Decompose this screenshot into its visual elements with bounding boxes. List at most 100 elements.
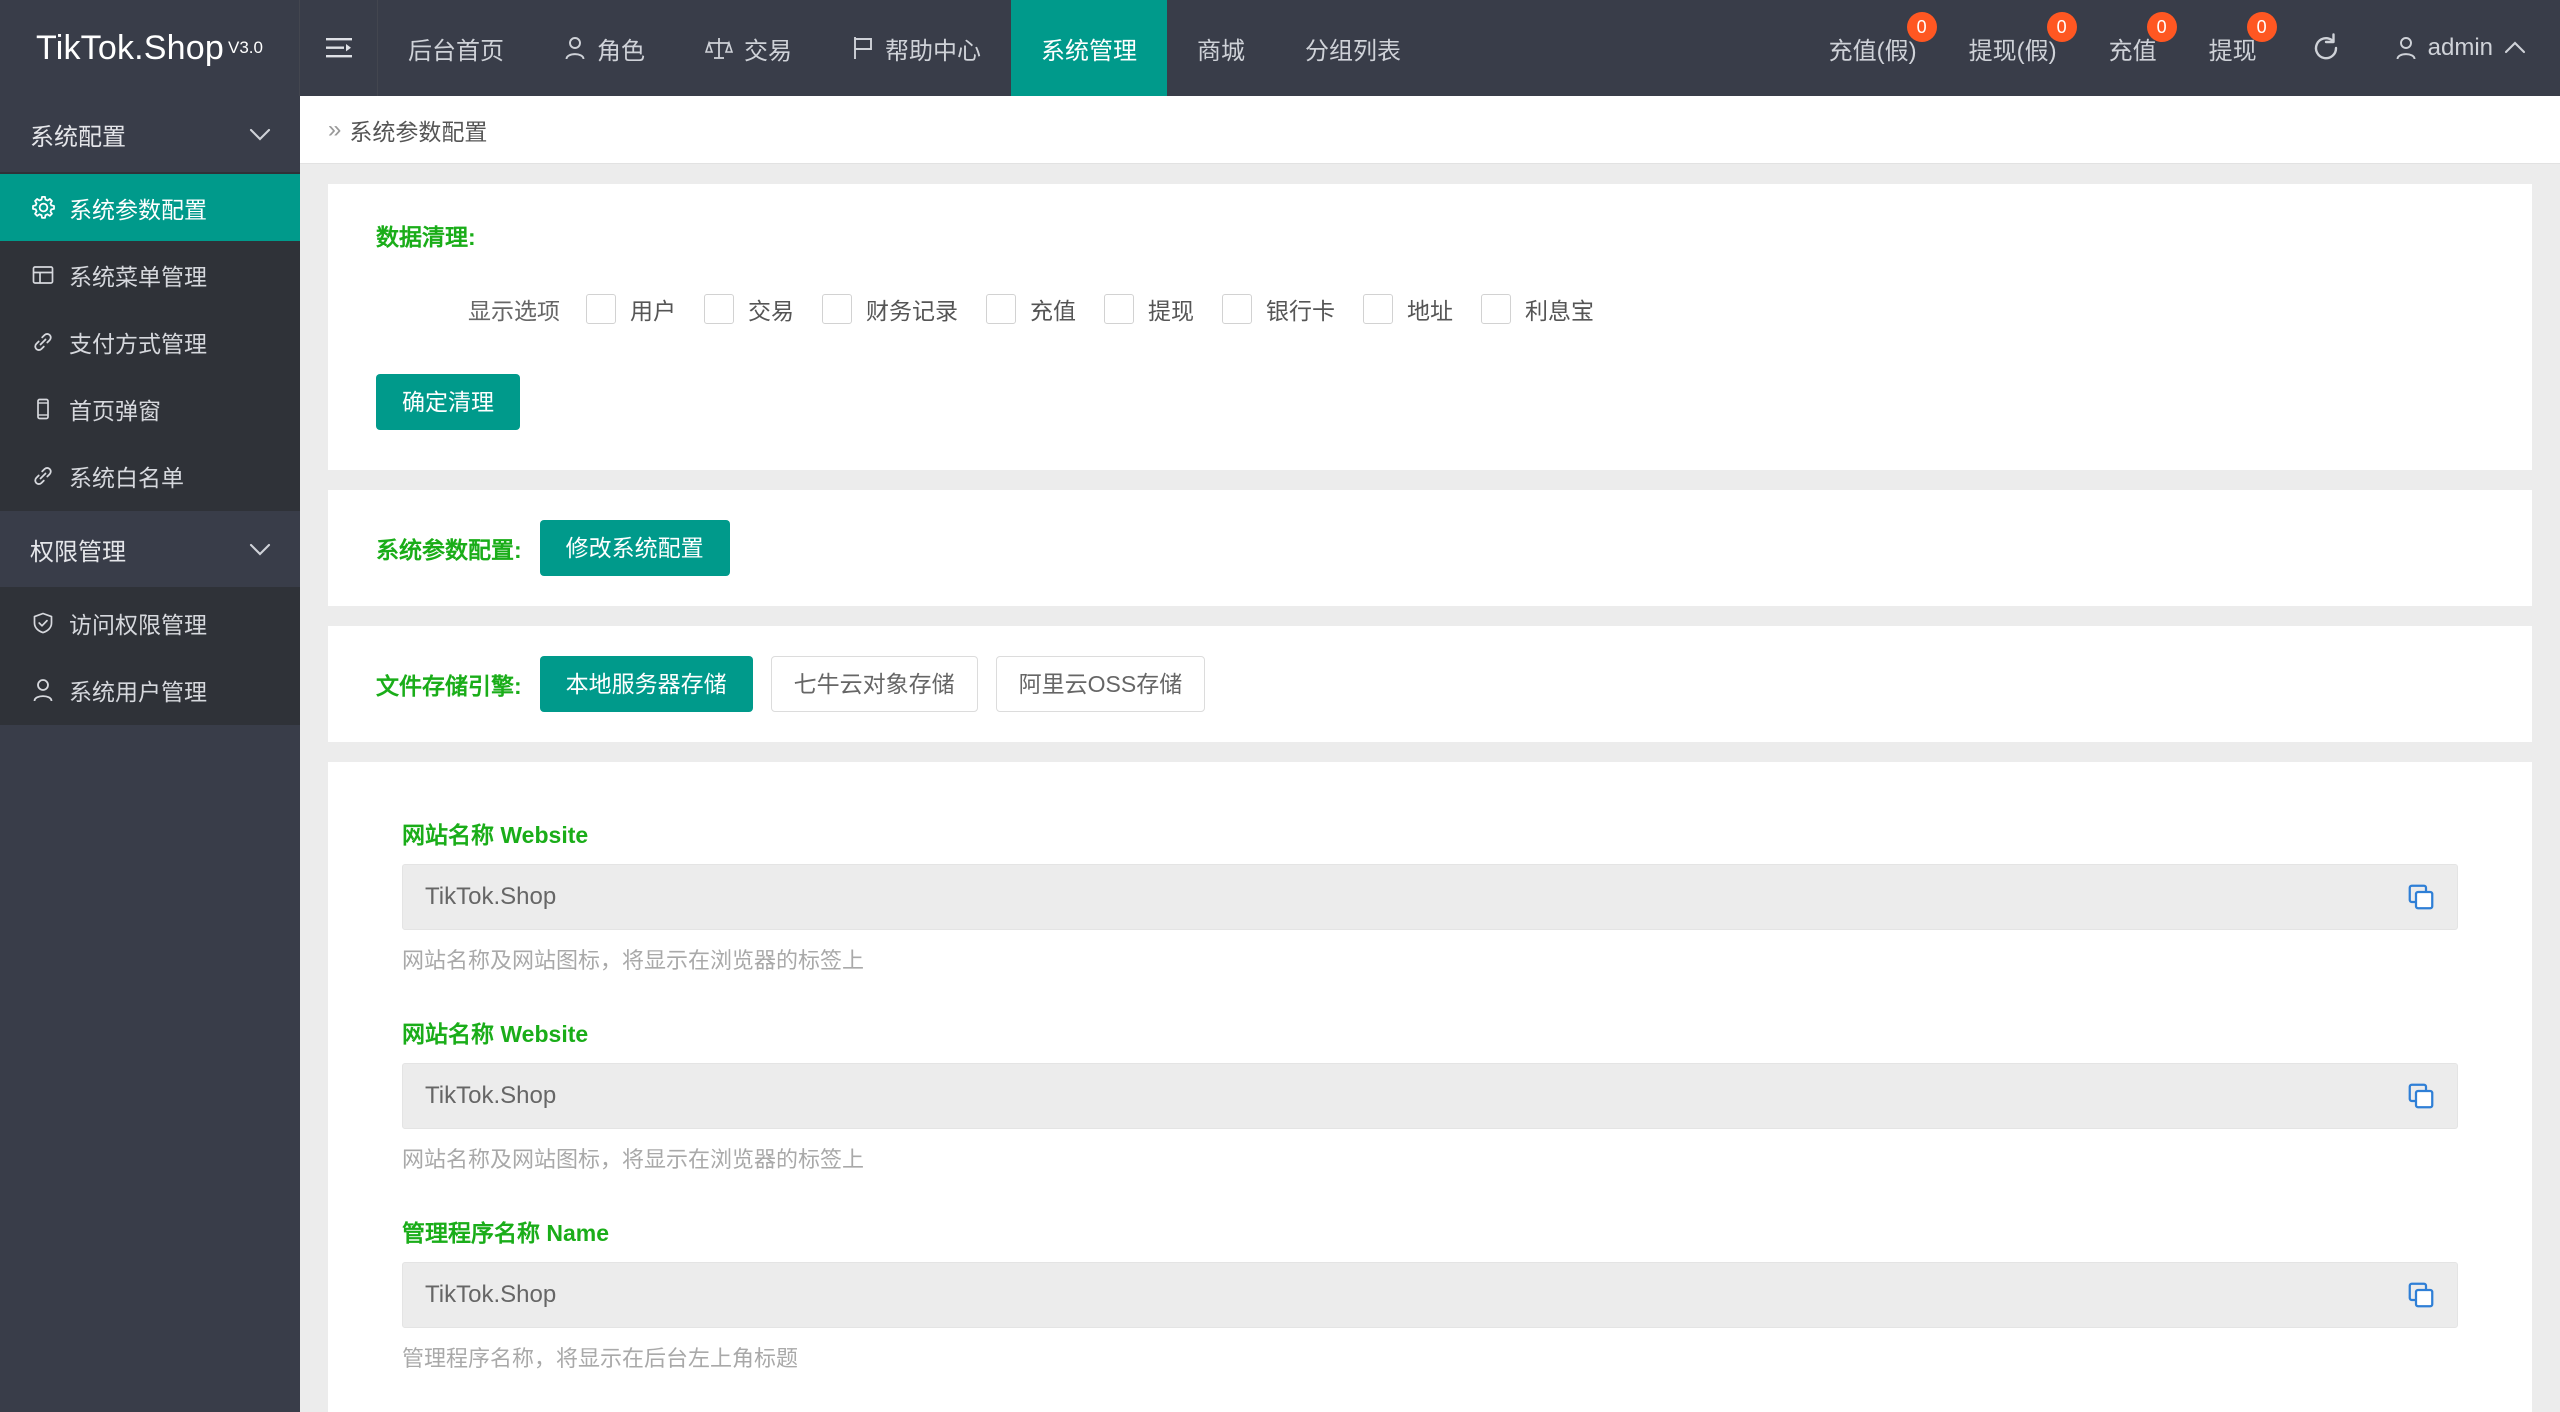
sidebar-item-access-permission[interactable]: 访问权限管理 [0,589,300,656]
storage-option-qiniu[interactable]: 七牛云对象存储 [770,656,978,712]
storage-option-local[interactable]: 本地服务器存储 [539,656,753,712]
nav-item-label: 角色 [597,37,645,65]
checkbox-box[interactable] [1363,294,1393,324]
copy-icon[interactable] [2406,882,2436,912]
storage-option-aliyun-oss[interactable]: 阿里云OSS存储 [995,656,1206,712]
nav-withdraw-fake-button[interactable]: 提现(假) 0 [1943,0,2083,96]
checkbox-box[interactable] [586,294,616,324]
checkbox-transaction[interactable]: 交易 [704,292,794,326]
app-logo-version: V3.0 [228,38,263,57]
checkbox-label: 用户 [630,298,676,324]
checkbox-box[interactable] [986,294,1016,324]
form-field-admin-name: 管理程序名称 Name 管理程序名称，将显示在后台左上角标题 [402,1214,2458,1373]
status-badge: 0 [2046,12,2077,42]
status-badge: 0 [1906,12,1937,42]
field-help-text: 网站名称及网站图标，将显示在浏览器的标签上 [402,1147,865,1172]
display-options-label: 显示选项 [468,298,560,324]
checkbox-label: 财务记录 [866,298,958,324]
status-badge: 0 [2146,12,2177,42]
form-field-website-name-1: 网站名称 Website 网站名称及网站图标，将显示在浏览器的标签上 [402,816,2458,975]
sidebar-item-label: 系统菜单管理 [69,263,207,290]
sidebar-item-home-popup[interactable]: 首页弹窗 [0,375,300,442]
checkbox-box[interactable] [1104,294,1134,324]
storage-engine-title: 文件存储引擎: [376,673,522,699]
website-name-input-2[interactable] [402,1063,2458,1129]
sidebar-item-system-users[interactable]: 系统用户管理 [0,656,300,723]
website-name-input-1[interactable] [402,864,2458,930]
chevron-down-icon [249,543,271,556]
checkbox-user[interactable]: 用户 [586,292,676,326]
sidebar-item-system-menu[interactable]: 系统菜单管理 [0,241,300,308]
sidebar-toggle-button[interactable] [300,0,378,96]
breadcrumb: » 系统参数配置 [300,96,2560,164]
refresh-button[interactable] [2283,0,2369,96]
storage-engine-panel: 文件存储引擎: 本地服务器存储 七牛云对象存储 阿里云OSS存储 [328,626,2532,742]
refresh-icon [2314,33,2337,60]
sidebar-item-label: 系统白名单 [69,464,184,491]
nav-item-label: 后台首页 [408,37,504,65]
copy-icon[interactable] [2406,1280,2436,1310]
nav-withdraw-button[interactable]: 提现 0 [2183,0,2283,96]
sidebar: 系统配置 系统参数配置 系统菜单管理 支付方式管理 首页弹窗 系统白名单 权限管… [0,96,300,1412]
sidebar-group-permission[interactable]: 权限管理 [0,511,300,587]
checkbox-label: 地址 [1407,298,1453,324]
nav-recharge-fake-label: 充值(假) [1828,37,1917,65]
app-logo[interactable]: TikTok.Shop V3.0 [0,0,300,96]
sidebar-item-system-whitelist[interactable]: 系统白名单 [0,442,300,509]
field-help-text: 管理程序名称，将显示在后台左上角标题 [402,1346,799,1371]
top-nav-items: 后台首页 角色 交易 帮助中心 系统管理 商城 分组列表 [378,0,1431,96]
checkbox-interest-treasure[interactable]: 利息宝 [1481,292,1594,326]
user-menu[interactable]: admin [2369,0,2560,96]
sidebar-item-payment-methods[interactable]: 支付方式管理 [0,308,300,375]
sidebar-item-system-params[interactable]: 系统参数配置 [0,174,300,241]
checkbox-box[interactable] [822,294,852,324]
user-menu-name: admin [2427,34,2493,61]
system-config-title: 系统参数配置: [376,537,522,563]
app-logo-text: TikTok.Shop [35,28,225,67]
link-icon [30,463,56,489]
nav-item-label: 帮助中心 [885,37,981,65]
nav-item-group-list[interactable]: 分组列表 [1275,0,1431,96]
nav-item-label: 系统管理 [1041,37,1137,65]
data-clean-options-row: 显示选项 用户 交易 财务记录 充值 提现 银行卡 地址 利息宝 [376,292,2484,326]
data-clean-panel: 数据清理: 显示选项 用户 交易 财务记录 充值 提现 银行卡 地址 利息宝 确… [328,184,2532,470]
nav-item-mall[interactable]: 商城 [1167,0,1275,96]
field-label: 网站名称 Website [402,822,589,848]
status-badge: 0 [2246,12,2277,42]
nav-item-label: 交易 [744,37,792,65]
checkbox-box[interactable] [704,294,734,324]
user-icon [30,677,56,703]
sidebar-group-system-config[interactable]: 系统配置 [0,96,300,172]
system-config-panel: 系统参数配置: 修改系统配置 [328,490,2532,606]
checkbox-box[interactable] [1481,294,1511,324]
checkbox-box[interactable] [1222,294,1252,324]
flag-icon [854,37,872,59]
menu-icon [325,38,352,58]
nav-item-help-center[interactable]: 帮助中心 [822,0,1011,96]
nav-recharge-button[interactable]: 充值 0 [2083,0,2183,96]
checkbox-address[interactable]: 地址 [1363,292,1453,326]
nav-item-roles[interactable]: 角色 [534,0,675,96]
data-clean-title: 数据清理: [376,224,476,250]
confirm-clean-button[interactable]: 确定清理 [376,374,520,430]
checkbox-label: 交易 [748,298,794,324]
checkbox-label: 利息宝 [1525,298,1594,324]
field-label: 管理程序名称 Name [402,1220,610,1246]
nav-item-system-management[interactable]: 系统管理 [1011,0,1167,96]
window-icon [30,262,56,288]
field-label: 网站名称 Website [402,1021,589,1047]
modify-system-config-button[interactable]: 修改系统配置 [539,520,730,576]
checkbox-bank-card[interactable]: 银行卡 [1222,292,1335,326]
admin-name-input[interactable] [402,1262,2458,1328]
chevron-up-icon [2504,41,2526,54]
checkbox-label: 提现 [1148,298,1194,324]
main-content: » 系统参数配置 数据清理: 显示选项 用户 交易 财务记录 充值 提现 银行卡… [300,96,2560,1412]
nav-item-home[interactable]: 后台首页 [378,0,534,96]
checkbox-financial-records[interactable]: 财务记录 [822,292,958,326]
nav-recharge-fake-button[interactable]: 充值(假) 0 [1803,0,1943,96]
checkbox-withdraw[interactable]: 提现 [1104,292,1194,326]
nav-item-transactions[interactable]: 交易 [675,0,822,96]
checkbox-recharge[interactable]: 充值 [986,292,1076,326]
settings-form-panel: 网站名称 Website 网站名称及网站图标，将显示在浏览器的标签上 网站名称 … [328,762,2532,1412]
copy-icon[interactable] [2406,1081,2436,1111]
